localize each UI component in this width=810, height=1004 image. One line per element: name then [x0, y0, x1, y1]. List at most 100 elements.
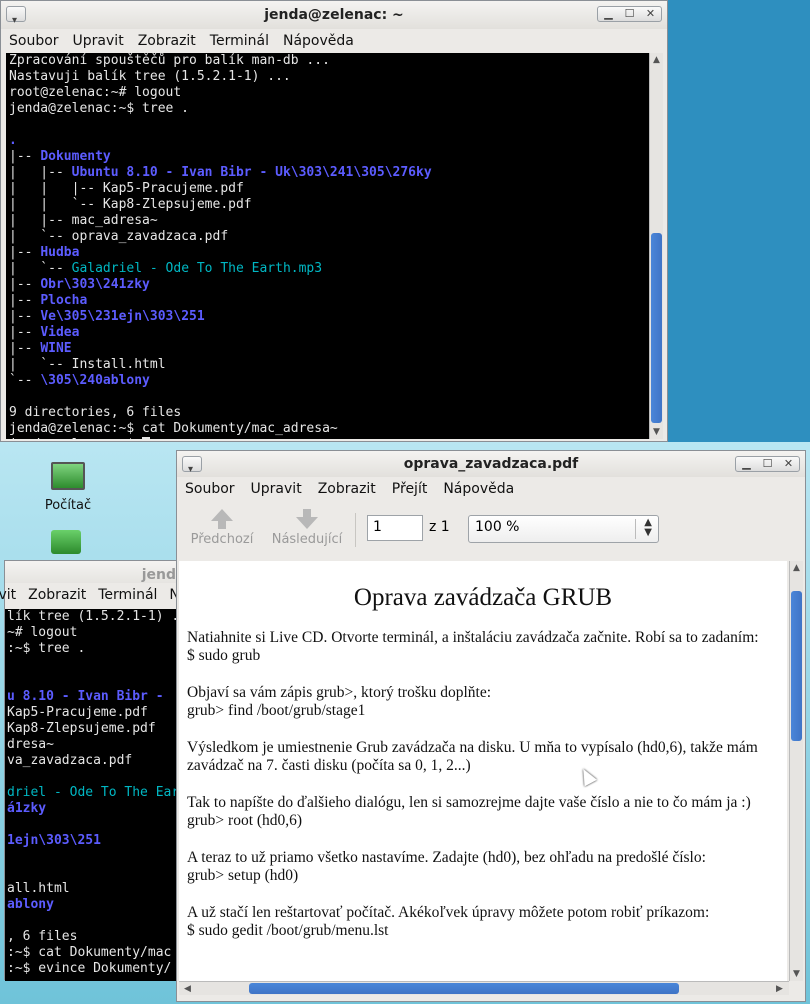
document-line: grub> setup (hd0)	[187, 867, 299, 884]
directory-name: Dokumenty	[40, 149, 111, 164]
document-line: Natiahnite si Live CD. Otvorte terminál,…	[187, 629, 759, 646]
menu-zobrazit[interactable]: Zobrazit	[318, 481, 376, 497]
directory-name: Obr\303\241zky	[40, 277, 150, 292]
horizontal-scrollbar-thumb[interactable]	[249, 983, 679, 994]
terminal-menubar: Soubor Upravit Zobrazit Terminál Nápověd…	[1, 29, 667, 53]
tree-prefix: | `--	[9, 261, 72, 276]
tree-prefix: | |--	[9, 165, 72, 180]
terminal-line: | | `-- Kap8-Zlepsujeme.pdf	[9, 197, 652, 213]
document-line: A teraz to už priamo všetko nastavíme. Z…	[187, 849, 706, 866]
scroll-left-icon[interactable]: ◀	[181, 982, 194, 996]
terminal-line: | `-- Install.html	[9, 357, 652, 373]
document-paragraph: A teraz to už priamo všetko nastavíme. Z…	[187, 849, 779, 885]
scrollbar-thumb[interactable]	[651, 233, 662, 423]
directory-name: á1zky	[7, 801, 47, 816]
page-number-input[interactable]: 1	[367, 515, 423, 541]
terminal-titlebar[interactable]: ▾ jenda@zelenac: ~ ▁ ☐ ✕	[1, 1, 667, 29]
vertical-scrollbar-thumb[interactable]	[791, 591, 802, 741]
line-text: Kap5-Pracujeme.pdf	[7, 705, 148, 720]
scroll-down-icon[interactable]: ▼	[790, 967, 803, 981]
music-file-name: driel - Ode To The Ear	[7, 785, 180, 800]
scroll-down-icon[interactable]: ▼	[650, 425, 663, 439]
document-line: zavádzač na 7. časti disku (počíta sa 0,…	[187, 757, 471, 774]
line-text: Zpracování spouštěčů pro balík man-db ..…	[9, 53, 330, 68]
line-text: :~$ cat Dokumenty/mac	[7, 945, 172, 960]
terminal-line: |-- Obr\303\241zky	[9, 277, 652, 293]
line-text: Nastavuji balík tree (1.5.2.1-1) ...	[9, 69, 291, 84]
menu-upravit[interactable]: Upravit	[251, 481, 302, 497]
scroll-up-icon[interactable]: ▲	[790, 561, 803, 575]
previous-page-button[interactable]: Předchozí	[187, 509, 257, 547]
pdf-horizontal-scrollbar[interactable]: ◀ ▶	[179, 981, 789, 995]
terminal-scrollbar[interactable]: ▲ ▼	[649, 53, 663, 439]
pdf-viewer-window: ▾ oprava_zavadzaca.pdf ▁ ☐ ✕ Soubor Upra…	[176, 450, 806, 1002]
maximize-button[interactable]: ☐	[619, 7, 640, 21]
line-text: jenda@zelenac:~$ cat Dokumenty/mac_adres…	[9, 421, 338, 436]
pdf-vertical-scrollbar[interactable]: ▲ ▼	[789, 561, 803, 981]
document-paragraph: A už stačí len reštartovať počítač. Akék…	[187, 904, 779, 940]
arrow-down-icon	[296, 517, 318, 529]
scroll-right-icon[interactable]: ▶	[773, 982, 786, 996]
tree-prefix: `--	[9, 373, 41, 388]
close-button[interactable]: ✕	[640, 7, 661, 21]
pdf-window-title: oprava_zavadzaca.pdf	[403, 456, 579, 472]
minimize-button[interactable]: ▁	[598, 7, 619, 21]
zoom-select-divider	[635, 519, 636, 539]
close-button[interactable]: ✕	[778, 457, 799, 471]
line-text: ~# logout	[7, 625, 78, 640]
line-text: :~$ evince Dokumenty/	[7, 961, 172, 976]
line-text: dresa~	[7, 737, 54, 752]
menu-zobrazit-bg[interactable]: Zobrazit	[28, 587, 86, 603]
directory-name: Ve\305\231ejn\303\251	[40, 309, 205, 324]
terminal-line: |-- WINE	[9, 341, 652, 357]
tree-prefix: |--	[9, 309, 41, 324]
pdf-page[interactable]: Oprava zavádzača GRUB Natiahnite si Live…	[179, 561, 787, 981]
menu-terminal-bg[interactable]: Terminál	[98, 587, 157, 603]
maximize-button[interactable]: ☐	[757, 457, 778, 471]
terminal-window-background: jend Upravit Zobrazit Terminál N lík tre…	[0, 560, 209, 981]
terminal-line: | `-- Galadriel - Ode To The Earth.mp3	[9, 261, 652, 277]
home-folder-icon	[51, 530, 81, 554]
terminal-line: root@zelenac:~# logout	[9, 85, 652, 101]
pdf-window-menu-button[interactable]: ▾	[182, 456, 202, 475]
scroll-up-icon[interactable]: ▲	[650, 53, 663, 67]
line-text: root@zelenac:~# logout	[9, 85, 182, 100]
desktop-icon-computer[interactable]: Počítač	[38, 462, 98, 513]
updown-chevron-icon: ▲ ▼	[644, 517, 652, 538]
arrow-down-stem	[303, 509, 311, 517]
minimize-button[interactable]: ▁	[736, 457, 757, 471]
terminal-line: |-- Hudba	[9, 245, 652, 261]
terminal-cursor	[142, 437, 150, 439]
line-text: | `-- oprava_zavadzaca.pdf	[9, 229, 229, 244]
window-title: jenda@zelenac: ~	[264, 7, 404, 23]
tree-prefix: |--	[9, 245, 41, 260]
directory-name: .	[9, 133, 17, 148]
terminal-output[interactable]: Zpracování spouštěčů pro balík man-db ..…	[6, 53, 655, 439]
terminal-line: 9 directories, 6 files	[9, 405, 652, 421]
menu-soubor[interactable]: Soubor	[9, 33, 59, 49]
menu-upravit-partial[interactable]: Upravit	[0, 587, 16, 603]
zoom-select[interactable]: 100 % ▲ ▼	[468, 515, 659, 543]
terminal-line: Nastavuji balík tree (1.5.2.1-1) ...	[9, 69, 652, 85]
directory-name: Ubuntu 8.10 - Ivan Bibr - Uk\303\241\305…	[71, 165, 432, 180]
menu-napoveda[interactable]: Nápověda	[443, 481, 514, 497]
menu-soubor[interactable]: Soubor	[185, 481, 235, 497]
directory-name: 1ejn\303\251	[7, 833, 101, 848]
menu-terminal[interactable]: Terminál	[210, 33, 269, 49]
next-page-button[interactable]: Následující	[269, 509, 345, 547]
menu-upravit[interactable]: Upravit	[73, 33, 124, 49]
window-menu-button[interactable]: ▾	[6, 6, 26, 26]
menu-napoveda[interactable]: Nápověda	[283, 33, 354, 49]
line-text: :~$ tree .	[7, 641, 86, 656]
menu-zobrazit[interactable]: Zobrazit	[138, 33, 196, 49]
terminal-line: |-- Dokumenty	[9, 149, 652, 165]
menu-prejit[interactable]: Přejít	[392, 481, 428, 497]
pdf-titlebar[interactable]: ▾ oprava_zavadzaca.pdf ▁ ☐ ✕	[177, 451, 805, 477]
document-paragraph: Tak to napíšte do ďalšieho dialógu, len …	[187, 794, 779, 830]
desktop-icon-home[interactable]	[48, 530, 84, 554]
pdf-toolbar: Předchozí Následující 1 z 1 100 % ▲ ▼	[177, 501, 805, 561]
directory-name: WINE	[40, 341, 72, 356]
window-controls: ▁ ☐ ✕	[597, 6, 662, 22]
document-paragraph: Objaví sa vám zápis grub>, ktorý trošku …	[187, 684, 779, 720]
